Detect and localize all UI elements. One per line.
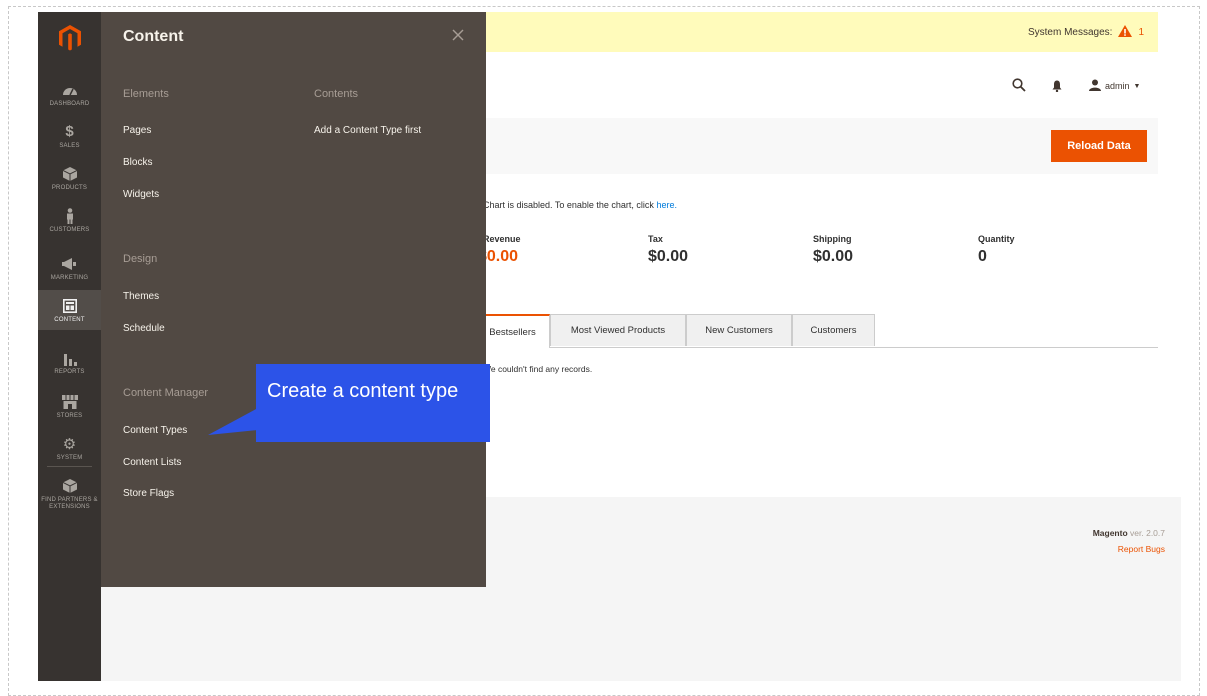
tabs-baseline — [483, 347, 1158, 348]
user-menu[interactable]: admin ▼ — [1089, 79, 1140, 93]
menu-store-flags[interactable]: Store Flags — [123, 488, 174, 499]
menu-pages[interactable]: Pages — [123, 125, 151, 136]
stat-quantity-value: 0 — [978, 248, 987, 265]
group-contents-heading: Contents — [314, 88, 359, 100]
system-messages-label: System Messages: — [1027, 27, 1113, 38]
chart-disabled-message: Chart is disabled. To enable the chart, … — [483, 200, 677, 210]
sidebar-divider — [47, 466, 92, 467]
nav-content[interactable]: CONTENT — [38, 290, 101, 330]
nav-label: STORES — [56, 412, 83, 419]
nav-reports[interactable]: REPORTS — [38, 342, 101, 382]
nav-label: CONTENT — [54, 316, 85, 323]
close-icon[interactable] — [447, 24, 469, 46]
gear-icon: ⚙ — [62, 435, 77, 453]
page-actions: Reload Data — [486, 118, 1158, 174]
stat-shipping-value: $0.00 — [813, 248, 854, 265]
nav-label: FIND PARTNERS & EXTENSIONS — [41, 497, 98, 510]
footer-brand: Magento — [1092, 528, 1128, 538]
callout-pointer — [208, 408, 258, 435]
nav-stores[interactable]: STORES — [38, 386, 101, 426]
footer: Magento ver. 2.0.7 Report Bugs — [486, 497, 1181, 681]
page-header: admin ▼ — [486, 52, 1158, 119]
layout-icon — [62, 297, 77, 315]
user-name: admin — [1105, 81, 1130, 91]
nav-sales[interactable]: $ SALES — [38, 116, 101, 156]
nav-products[interactable]: PRODUCTS — [38, 158, 101, 198]
no-records-message: We couldn't find any records. — [483, 364, 593, 374]
stat-revenue-label: Revenue — [483, 234, 521, 244]
dashboard-icon — [62, 81, 78, 99]
nav-marketing[interactable]: MARKETING — [38, 248, 101, 288]
chevron-down-icon: ▼ — [1133, 82, 1141, 90]
cube-icon — [62, 477, 77, 495]
report-bugs-link[interactable]: Report Bugs — [1093, 541, 1165, 557]
menu-content-lists[interactable]: Content Lists — [123, 457, 181, 468]
nav-dashboard[interactable]: DASHBOARD — [38, 74, 101, 114]
nav-label: MARKETING — [50, 274, 89, 281]
group-elements-heading: Elements — [123, 88, 169, 100]
enable-chart-link[interactable]: here. — [656, 200, 677, 210]
nav-label: DASHBOARD — [49, 100, 90, 107]
user-icon — [1089, 79, 1101, 93]
menu-widgets[interactable]: Widgets — [123, 189, 159, 200]
tab-customers[interactable]: Customers — [792, 314, 875, 346]
footer-version: ver. 2.0.7 — [1130, 528, 1165, 538]
menu-add-content-type-first[interactable]: Add a Content Type first — [314, 125, 421, 136]
nav-system[interactable]: ⚙ SYSTEM — [38, 428, 101, 468]
reload-data-button[interactable]: Reload Data — [1051, 130, 1147, 162]
stat-quantity-label: Quantity — [978, 234, 1015, 244]
system-messages[interactable]: System Messages: 1 — [1028, 25, 1144, 40]
person-icon — [65, 207, 75, 225]
store-icon — [61, 393, 78, 411]
magento-logo-icon[interactable] — [38, 12, 101, 64]
tab-bestsellers[interactable]: Bestsellers — [475, 314, 550, 348]
group-design-heading: Design — [123, 253, 158, 265]
menu-schedule[interactable]: Schedule — [123, 323, 165, 334]
system-messages-count: 1 — [1138, 27, 1144, 38]
content-flyout-menu: Content Elements Pages Blocks Widgets Co… — [101, 12, 486, 587]
menu-themes[interactable]: Themes — [123, 291, 159, 302]
bar-chart-icon — [63, 349, 77, 367]
nav-find-partners[interactable]: FIND PARTNERS & EXTENSIONS — [38, 472, 101, 516]
menu-blocks[interactable]: Blocks — [123, 157, 152, 168]
stat-tax-label: Tax — [648, 234, 663, 244]
search-icon[interactable] — [1012, 78, 1026, 97]
callout-annotation: Create a content type — [256, 364, 490, 442]
chart-message-text: Chart is disabled. To enable the chart, … — [483, 200, 654, 210]
box-icon — [62, 165, 77, 183]
nav-label: SALES — [59, 142, 80, 149]
tab-new-customers[interactable]: New Customers — [686, 314, 792, 346]
menu-content-types[interactable]: Content Types — [123, 425, 187, 436]
nav-label: PRODUCTS — [51, 184, 88, 191]
megaphone-icon — [61, 255, 78, 273]
dollar-icon: $ — [65, 123, 74, 140]
warning-icon — [1118, 25, 1133, 40]
bell-icon[interactable] — [1052, 79, 1062, 97]
flyout-title: Content — [123, 28, 184, 45]
stat-shipping-label: Shipping — [813, 234, 852, 244]
admin-sidebar: DASHBOARD $ SALES PRODUCTS CUSTOMERS MAR… — [38, 12, 101, 681]
nav-customers[interactable]: CUSTOMERS — [38, 200, 101, 240]
nav-label: CUSTOMERS — [49, 226, 90, 233]
group-content-manager-heading: Content Manager — [123, 387, 208, 399]
nav-label: REPORTS — [54, 368, 85, 375]
nav-label: SYSTEM — [56, 454, 83, 461]
version-info: Magento ver. 2.0.7 Report Bugs — [1093, 525, 1165, 557]
stat-tax-value: $0.00 — [648, 248, 689, 265]
footer-background — [101, 587, 486, 681]
system-messages-bar: System Messages: 1 — [486, 12, 1158, 52]
tab-most-viewed-products[interactable]: Most Viewed Products — [550, 314, 686, 346]
